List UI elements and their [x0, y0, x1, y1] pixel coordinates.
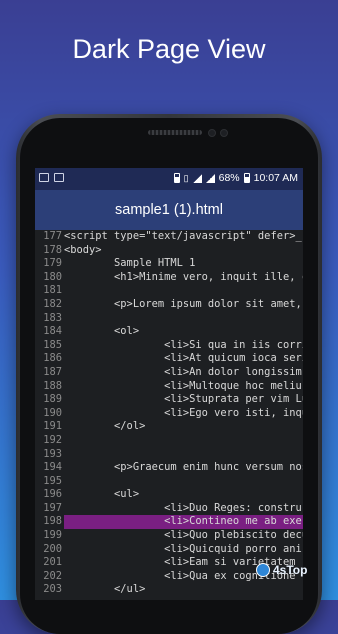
code-line[interactable]: 177 <script type="text/javascript" defer>…: [35, 230, 303, 244]
app-bar-title: sample1 (1).html: [35, 190, 303, 230]
code-text: <script type="text/javascript" defer>_: [64, 230, 302, 242]
line-number: 187: [35, 365, 64, 380]
watermark-logo-icon: [256, 563, 270, 577]
code-line[interactable]: 188 <li>Multoque hoc meliu: [35, 379, 303, 394]
code-line[interactable]: 199 <li>Quo plebiscito decu: [35, 529, 303, 543]
line-number: 185: [35, 338, 64, 353]
code-text: <p>Lorem ipsum dolor sit amet,: [64, 297, 303, 310]
front-camera: [220, 129, 228, 137]
code-line[interactable]: 180 <h1>Minime vero, inquit ille, c: [35, 270, 303, 285]
code-line[interactable]: 186 <li>At quicum ioca seri: [35, 352, 303, 366]
code-line[interactable]: 196 <ul>: [35, 488, 303, 502]
earpiece-speaker: [148, 130, 202, 135]
line-number: 191: [35, 420, 64, 434]
line-number: 184: [35, 325, 64, 339]
code-text: <li>At quicum ioca seri: [64, 352, 303, 365]
line-number: 190: [35, 406, 64, 421]
phone-screen: ▯ 68% 10:07 AM sample1 (1).html 177 <scri…: [35, 168, 303, 600]
battery-percent: 68%: [218, 172, 240, 184]
line-number: 202: [35, 569, 64, 584]
battery-saver-icon: [173, 173, 180, 183]
line-number: 183: [35, 311, 64, 326]
line-number: 198: [35, 515, 64, 530]
code-line[interactable]: 189 <li>Stuprata per vim Lu: [35, 393, 303, 407]
code-line[interactable]: 200 <li>Quicquid porro ani: [35, 542, 303, 557]
battery-icon: [243, 173, 250, 183]
line-number: 189: [35, 393, 64, 407]
code-text: <li>Stuprata per vim Lu: [64, 393, 303, 406]
code-line[interactable]: 203 </ul>: [35, 583, 303, 598]
code-text: <body>: [64, 243, 102, 256]
code-line[interactable]: 191 </ol>: [35, 420, 303, 434]
code-line[interactable]: 190 <li>Ego vero isti, inqu: [35, 406, 303, 421]
code-line[interactable]: 182 <p>Lorem ipsum dolor sit amet,: [35, 297, 303, 312]
code-line[interactable]: 195: [35, 474, 303, 489]
line-number: 200: [35, 542, 64, 557]
code-line-highlighted[interactable]: 198 <li>Contineo me ab exer: [35, 515, 303, 530]
line-number: 188: [35, 379, 64, 394]
line-number: 177: [35, 230, 64, 244]
code-line[interactable]: 179 Sample HTML 1: [35, 257, 303, 271]
code-line[interactable]: 183: [35, 311, 303, 326]
line-number: 194: [35, 461, 64, 475]
code-text: </ol>: [64, 420, 146, 433]
line-number: 193: [35, 447, 64, 462]
code-text: <ul>: [64, 488, 140, 501]
line-number: 179: [35, 257, 64, 271]
promo-title: Dark Page View: [72, 34, 266, 64]
line-number: 199: [35, 529, 64, 543]
code-line[interactable]: 185 <li>Si qua in iis corri: [35, 338, 303, 353]
gallery-notification-icon: [39, 173, 49, 182]
line-number: 196: [35, 488, 64, 502]
code-line[interactable]: 178 <body>: [35, 243, 303, 258]
code-text: <li>Si qua in iis corri: [64, 338, 303, 351]
line-number: 178: [35, 243, 64, 258]
code-line[interactable]: 197 <li>Duo Reges: constru: [35, 501, 303, 516]
code-text: <li>Quo plebiscito decu: [64, 529, 303, 542]
code-text: <ol>: [64, 325, 140, 338]
clock: 10:07 AM: [253, 172, 298, 184]
code-line[interactable]: 181: [35, 284, 303, 298]
code-text: <li>Contineo me ab exer: [64, 515, 303, 528]
code-text: <p>Graecum enim hunc versum nos: [64, 461, 303, 474]
wifi-icon: [192, 173, 202, 183]
code-line[interactable]: 187 <li>An dolor longissim: [35, 365, 303, 380]
code-line[interactable]: 192: [35, 433, 303, 448]
code-editor[interactable]: 177 <script type="text/javascript" defer>…: [35, 230, 303, 598]
code-text: Sample HTML 1: [64, 257, 196, 270]
code-line[interactable]: 194 <p>Graecum enim hunc versum nos: [35, 461, 303, 475]
watermark: 4sTop: [256, 563, 307, 577]
code-text: <li>An dolor longissim: [64, 365, 302, 378]
line-number: 181: [35, 284, 64, 298]
code-text: <li>Ego vero isti, inqu: [64, 406, 303, 419]
code-text: </ul>: [64, 583, 146, 596]
message-notification-icon: [54, 173, 64, 182]
line-number: 197: [35, 501, 64, 516]
vibrate-icon: ▯: [183, 172, 189, 183]
code-text: <h1>Minime vero, inquit ille, c: [64, 270, 303, 283]
proximity-sensor: [208, 129, 216, 137]
line-number: 192: [35, 433, 64, 448]
line-number: 180: [35, 270, 64, 285]
code-text: <li>Multoque hoc meliu: [64, 379, 302, 392]
line-number: 186: [35, 352, 64, 366]
line-number: 182: [35, 297, 64, 312]
code-text: <li>Quicquid porro ani: [64, 542, 302, 555]
signal-icon: [205, 173, 215, 183]
line-number: 195: [35, 474, 64, 489]
status-bar: ▯ 68% 10:07 AM: [35, 168, 303, 190]
watermark-text: 4sTop: [273, 563, 308, 577]
line-number: 201: [35, 556, 64, 570]
line-number: 203: [35, 583, 64, 598]
code-line[interactable]: 184 <ol>: [35, 325, 303, 339]
code-text: <li>Duo Reges: constru: [64, 501, 302, 514]
code-line[interactable]: 193: [35, 447, 303, 462]
